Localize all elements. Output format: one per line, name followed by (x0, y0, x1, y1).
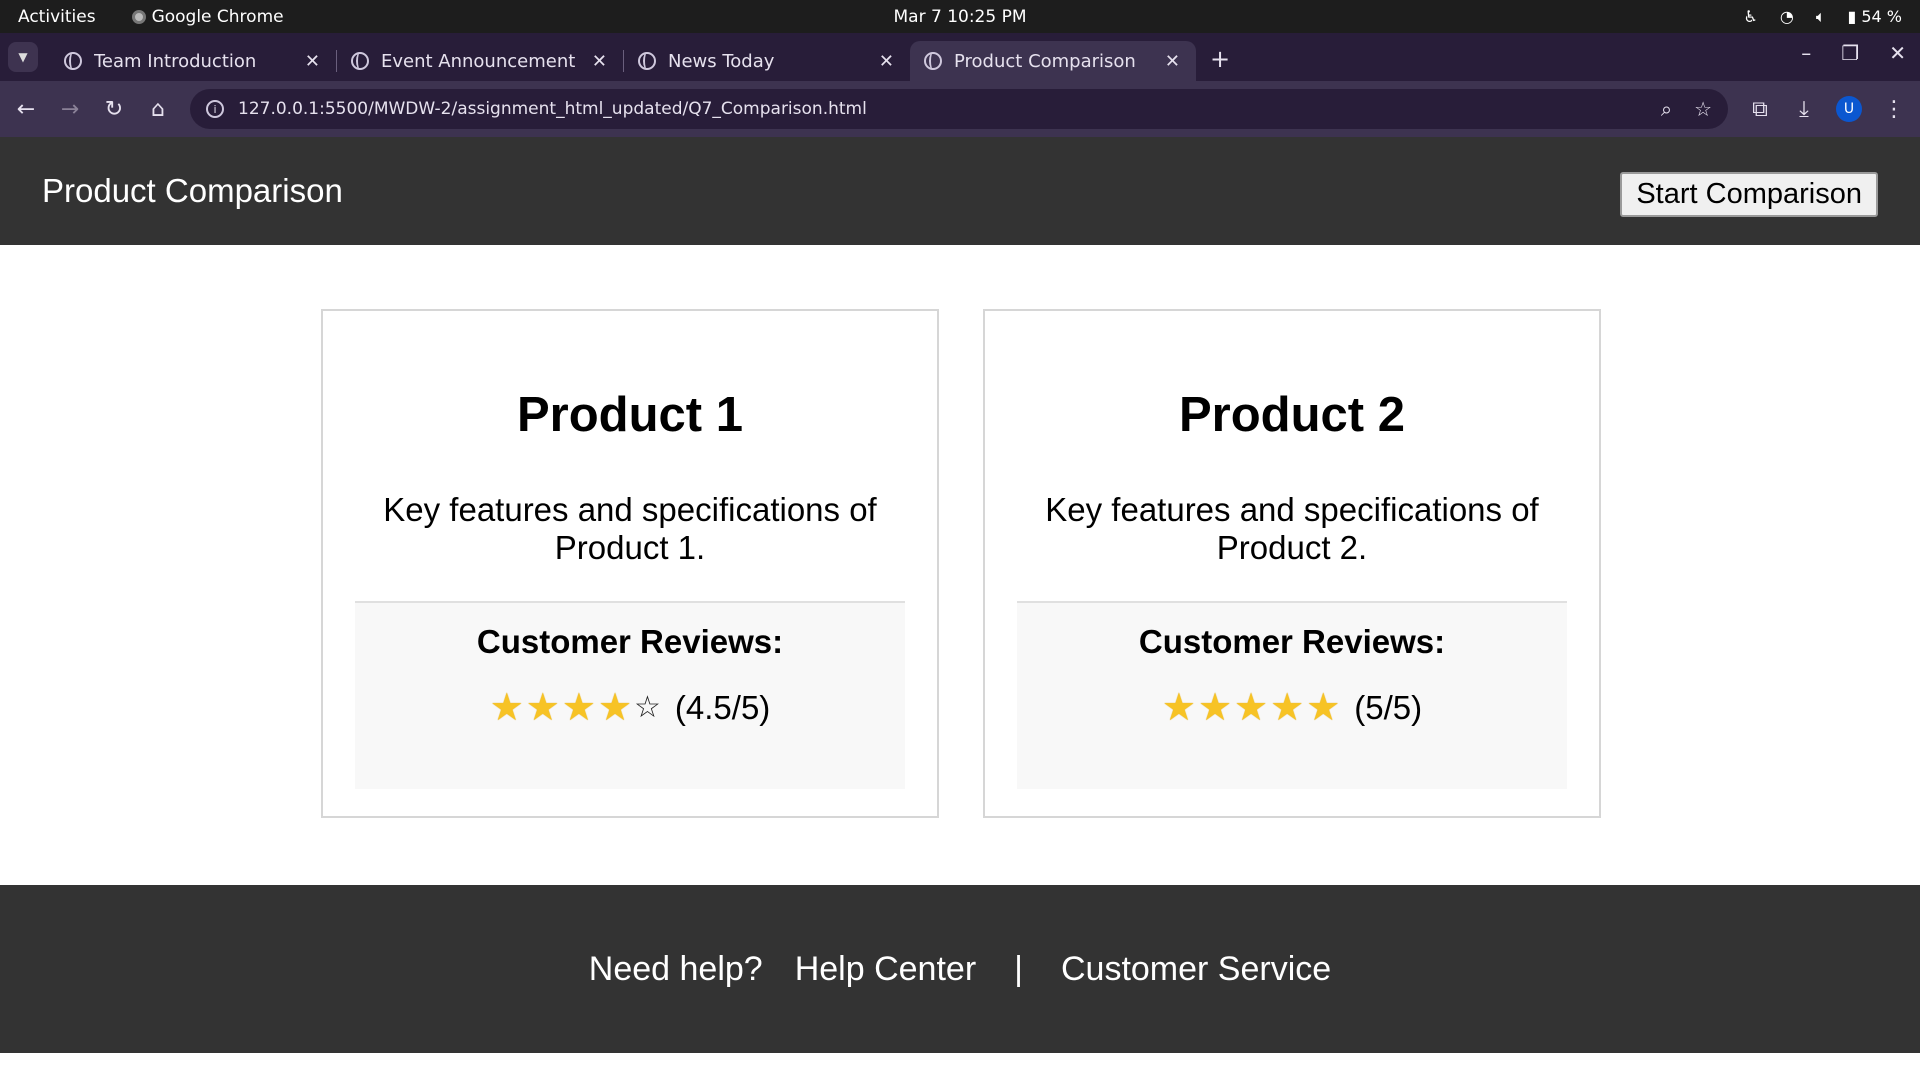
volume-icon[interactable]: 🔈︎ (1816, 7, 1826, 27)
globe-icon (924, 52, 942, 70)
globe-icon (638, 52, 656, 70)
minimize-icon[interactable]: – (1801, 41, 1811, 65)
wifi-icon[interactable]: ◔ (1780, 7, 1794, 26)
product-name: Product 2 (1179, 388, 1405, 442)
tab-search-button[interactable]: ▼ (8, 42, 38, 72)
close-icon[interactable]: ✕ (879, 51, 894, 72)
star-icon: ★ (1270, 687, 1305, 729)
tab-event-announcement[interactable]: Event Announcement ✕ (337, 41, 623, 81)
download-icon[interactable]: ⤓ (1792, 97, 1816, 122)
extensions-icon[interactable]: ⧉ (1748, 97, 1772, 122)
reviews-section: Customer Reviews: ★ ★ ★ ★ ★ (5/5) (1017, 601, 1567, 789)
os-top-bar: Activities Google Chrome Mar 7 10:25 PM … (0, 0, 1920, 33)
rating-text: (5/5) (1354, 689, 1423, 726)
back-button[interactable]: ← (14, 97, 38, 122)
globe-icon (351, 52, 369, 70)
reviews-heading: Customer Reviews: (1138, 623, 1446, 660)
start-comparison-button[interactable]: Start Comparison (1620, 171, 1878, 217)
page-title: Product Comparison (42, 172, 343, 209)
rating-text: (4.5/5) (674, 689, 771, 726)
rating: ★ ★ ★ ★ ★ (5/5) (1017, 689, 1567, 727)
help-center-link[interactable]: Help Center (795, 950, 976, 989)
star-icon: ★ (597, 687, 633, 729)
footer-separator: | (1014, 949, 1023, 988)
reload-button[interactable]: ↻ (102, 97, 126, 122)
tab-title: News Today (668, 50, 775, 72)
reviews-section: Customer Reviews: ★ ★ ★ ★ ☆ (4.5/5) (355, 601, 905, 789)
close-window-icon[interactable]: ✕ (1889, 41, 1906, 65)
rating: ★ ★ ★ ★ ☆ (4.5/5) (355, 689, 905, 727)
window-controls: – ❐ ✕ (1801, 41, 1906, 65)
battery-indicator[interactable]: ▮ 54 % (1847, 7, 1902, 26)
close-icon[interactable]: ✕ (1165, 51, 1180, 72)
tab-title: Team Introduction (94, 50, 257, 72)
star-icon: ★ (1161, 687, 1196, 729)
tab-title: Product Comparison (954, 50, 1136, 72)
star-icon: ★ (1306, 687, 1341, 729)
kebab-menu-icon[interactable]: ⋮ (1882, 97, 1906, 122)
forward-button[interactable]: → (58, 97, 82, 122)
close-icon[interactable]: ✕ (305, 51, 320, 72)
app-menu[interactable]: Google Chrome (131, 6, 284, 27)
address-bar[interactable]: i 127.0.0.1:5500/MWDW-2/assignment_html_… (190, 89, 1728, 129)
star-icon: ★ (525, 687, 560, 729)
product-description: Key features and specifications of Produ… (383, 491, 877, 566)
activities-button[interactable]: Activities (18, 7, 96, 27)
app-name: Google Chrome (151, 6, 284, 27)
bookmark-star-icon[interactable]: ☆ (1694, 97, 1712, 121)
product-card: Product 1 Key features and specification… (321, 309, 939, 818)
empty-star-icon: ☆ (634, 691, 661, 724)
product-name: Product 1 (517, 388, 743, 442)
tab-team-introduction[interactable]: Team Introduction ✕ (50, 41, 336, 81)
product-card: Product 2 Key features and specification… (983, 309, 1601, 818)
help-text: Need help? (588, 949, 763, 988)
globe-icon (64, 52, 82, 70)
tab-title: Event Announcement (381, 50, 576, 72)
star-icon: ★ (561, 687, 596, 729)
chevron-down-icon: ▼ (18, 50, 28, 64)
site-footer: Need help? Help Center | Customer Servic… (0, 885, 1920, 1053)
accessibility-icon[interactable]: ♿︎ (1744, 7, 1758, 26)
new-tab-button[interactable]: + (1210, 45, 1230, 73)
tab-product-comparison[interactable]: Product Comparison ✕ (910, 41, 1196, 81)
url-text[interactable]: 127.0.0.1:5500/MWDW-2/assignment_html_up… (238, 99, 867, 119)
restore-icon[interactable]: ❐ (1841, 41, 1859, 65)
product-description: Key features and specifications of Produ… (1045, 491, 1539, 566)
home-button[interactable]: ⌂ (146, 97, 170, 122)
zoom-icon[interactable]: ⌕ (1661, 97, 1672, 121)
product-cards: Product 1 Key features and specification… (321, 309, 1601, 818)
battery-percent: 54 % (1861, 7, 1902, 26)
customer-service-link[interactable]: Customer Service (1061, 950, 1331, 989)
chrome-icon (131, 9, 146, 24)
web-page: Product Comparison Start Comparison Prod… (0, 137, 1920, 1080)
tab-news-today[interactable]: News Today ✕ (624, 41, 910, 81)
tab-strip: ▼ Team Introduction ✕ Event Announcement… (0, 33, 1920, 81)
star-icon: ★ (1234, 687, 1269, 729)
battery-icon: ▮ (1847, 7, 1857, 26)
site-info-icon[interactable]: i (206, 100, 224, 118)
star-icon: ★ (489, 687, 524, 729)
site-header: Product Comparison Start Comparison (0, 137, 1920, 245)
browser-toolbar: ← → ↻ ⌂ i 127.0.0.1:5500/MWDW-2/assignme… (0, 81, 1920, 137)
reviews-heading: Customer Reviews: (476, 623, 784, 660)
profile-avatar[interactable]: U (1836, 96, 1862, 122)
close-icon[interactable]: ✕ (592, 51, 607, 72)
clock[interactable]: Mar 7 10:25 PM (893, 7, 1026, 27)
star-icon: ★ (1197, 687, 1233, 729)
